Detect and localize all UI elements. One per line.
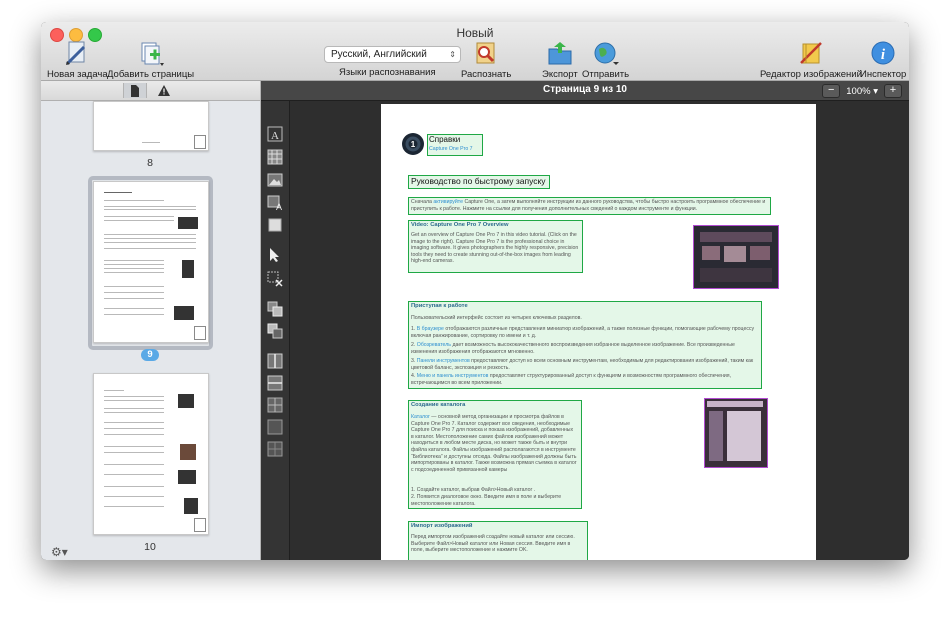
send-label: Отправить [582, 69, 630, 80]
add-column-separator-icon[interactable] [267, 353, 283, 369]
inspector-button[interactable]: i Инспектор [860, 40, 906, 80]
recognition-languages-label: Языки распознавания [339, 67, 436, 78]
document-page: 1 Справки Capture One Pro 7 Руководство … [381, 104, 816, 560]
recognize-label: Распознать [461, 69, 512, 80]
add-pages-icon [141, 42, 164, 66]
page-thumbnail-8[interactable] [93, 101, 209, 151]
tab-pages[interactable] [123, 83, 147, 98]
send-icon [594, 42, 619, 65]
page-doc-icon [194, 326, 206, 340]
getting-started-heading: Приступая к работе [411, 303, 468, 309]
page-number-10: 10 [144, 541, 156, 553]
image-editor-label: Редактор изображений [760, 69, 862, 80]
new-task-label: Новая задача [47, 69, 108, 80]
select-arrows-icon: ⇕ [449, 50, 456, 59]
video-heading: Video: Capture One Pro 7 Overview [411, 222, 509, 228]
sidebar-tabs [41, 81, 260, 101]
catalog-item-1: 1. Создайте каталог, выбрав Файл>Новый к… [411, 487, 536, 493]
guide-heading: Руководство по быстрому запуску [411, 176, 546, 186]
app-window: Новый Новая задача Добавить страницы Рус… [41, 22, 909, 560]
getting-started-item-4: 4. Меню и панель инструментов предоставл… [411, 373, 732, 386]
page-number-9: 9 [141, 349, 159, 361]
export-icon [548, 42, 572, 65]
recognize-button[interactable]: Распознать [461, 40, 511, 80]
getting-started-intro: Пользовательский интерфейс состоит из че… [411, 315, 582, 321]
window-title: Новый [456, 26, 494, 40]
text-area-tool-icon[interactable]: A [267, 126, 283, 142]
page-indicator: Страница 9 из 10 [543, 84, 627, 95]
getting-started-item-1: 1. В браузере отображаются различные пре… [411, 326, 755, 339]
merge-cells-icon[interactable] [267, 419, 283, 435]
barcode-area-tool-icon[interactable] [267, 217, 283, 233]
getting-started-item-3: 3. Панели инструментов предоставляют дос… [411, 358, 754, 371]
inspector-icon: i [871, 41, 895, 65]
add-row-separator-icon[interactable] [267, 375, 283, 391]
area-tools-bar: A A [261, 101, 290, 560]
new-task-button[interactable]: Новая задача [47, 40, 108, 80]
page-thumbnail-10[interactable] [93, 373, 209, 535]
capture-one-logo-icon: 1 [402, 133, 424, 155]
delete-separator-icon[interactable] [267, 397, 283, 413]
picture-zone[interactable] [693, 225, 779, 289]
recognition-languages-select[interactable]: Русский, Английский ⇕ [324, 46, 461, 63]
zoom-control: − 100% ▾ + [822, 84, 902, 98]
page-doc-icon [194, 518, 206, 532]
logo-subtitle: Capture One Pro 7 [429, 146, 473, 152]
page-thumbnail-9[interactable] [93, 181, 209, 343]
intro-paragraph: Сначала активируйте Capture One, а затем… [411, 199, 766, 212]
catalog-item-2: 2. Появится диалоговое окно. Введите имя… [411, 494, 562, 507]
svg-text:1: 1 [411, 140, 416, 149]
document-header: Страница 9 из 10 − 100% ▾ + [261, 81, 909, 101]
send-button[interactable]: Отправить [582, 40, 629, 80]
export-button[interactable]: Экспорт [542, 40, 578, 80]
import-paragraph: Перед импортом изображений создайте новы… [411, 534, 575, 554]
table-area-tool-icon[interactable] [267, 149, 283, 165]
video-paragraph: Get an overview of Capture One Pro 7 in … [411, 232, 579, 265]
svg-text:A: A [276, 202, 282, 211]
zoom-out-button[interactable]: − [822, 84, 841, 98]
pages-sidebar: 8 9 10 ⚙▾ [41, 81, 261, 560]
getting-started-item-2: 2. Обозреватель дает возможность высокок… [411, 342, 735, 355]
add-area-icon[interactable] [267, 301, 283, 317]
inspector-label: Инспектор [860, 69, 907, 80]
import-heading: Импорт изображений [411, 523, 473, 529]
picture-zone[interactable] [704, 398, 768, 468]
zoom-level[interactable]: 100% ▾ [846, 86, 878, 97]
toolbar: Новый Новая задача Добавить страницы Рус… [41, 22, 909, 81]
tab-warnings[interactable] [153, 83, 175, 98]
picture-area-tool-icon[interactable] [267, 172, 283, 188]
page-number-8: 8 [147, 157, 153, 169]
recognition-languages-value: Русский, Английский [331, 49, 427, 60]
new-task-icon [66, 41, 86, 66]
select-pointer-icon[interactable] [267, 247, 283, 263]
background-picture-tool-icon[interactable]: A [267, 195, 283, 211]
delete-area-icon[interactable] [267, 271, 283, 287]
catalog-paragraph: Каталог — основной метод организации и п… [411, 414, 577, 473]
add-pages-label: Добавить страницы [107, 69, 195, 80]
svg-text:A: A [271, 130, 279, 142]
warning-icon [158, 85, 170, 96]
recognize-icon [476, 42, 495, 64]
cut-area-icon[interactable] [267, 323, 283, 339]
image-editor-icon [800, 42, 822, 64]
document-canvas: 1 Справки Capture One Pro 7 Руководство … [290, 101, 909, 560]
gear-icon[interactable]: ⚙▾ [51, 545, 68, 559]
catalog-heading: Создание каталога [411, 402, 466, 408]
export-label: Экспорт [542, 69, 578, 80]
split-cells-icon[interactable] [267, 441, 283, 457]
page-doc-icon [194, 135, 206, 149]
image-editor-button[interactable]: Редактор изображений [760, 40, 862, 80]
add-pages-button[interactable]: Добавить страницы [107, 40, 194, 80]
logo-title: Справки [429, 135, 461, 144]
pages-icon [131, 84, 139, 97]
zoom-in-button[interactable]: + [884, 84, 902, 98]
